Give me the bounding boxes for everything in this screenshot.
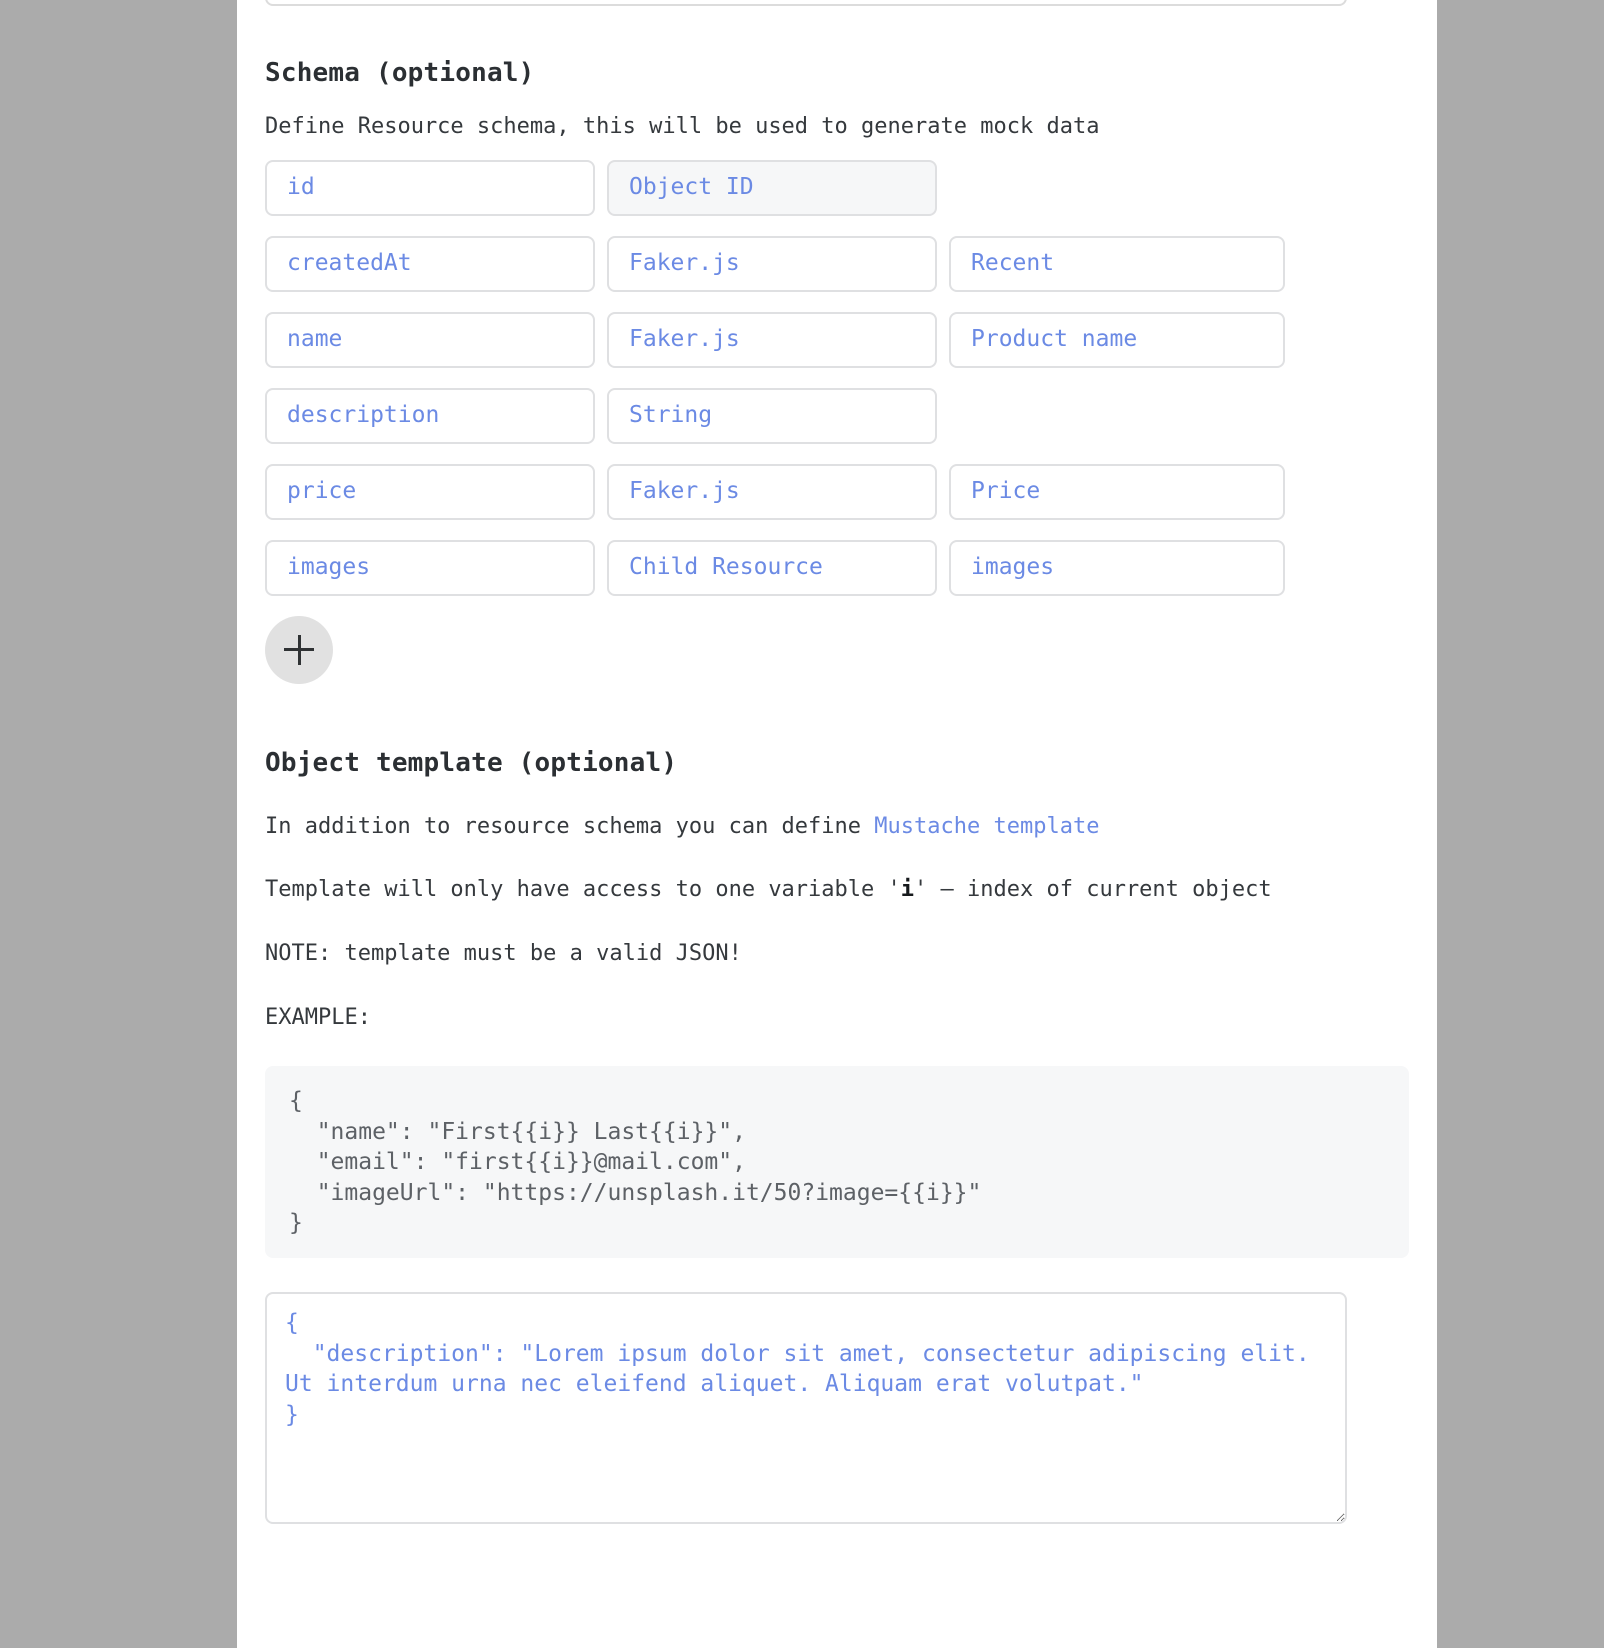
- object-template-section: Object template (optional) In addition t…: [265, 748, 1409, 1525]
- object-template-intro: In addition to resource schema you can d…: [265, 812, 1409, 842]
- schema-extra-input[interactable]: Product name: [949, 311, 1285, 368]
- schema-description: Define Resource schema, this will be use…: [265, 114, 1100, 139]
- variable-note-prefix: Template will only have access to one va…: [265, 877, 901, 903]
- plus-icon: [284, 634, 314, 665]
- object-template-json-note: NOTE: template must be a valid JSON!: [265, 941, 742, 967]
- schema-extra-placeholder: [949, 160, 1285, 216]
- schema-key-input[interactable]: price: [265, 463, 595, 520]
- schema-extra-input[interactable]: Price: [949, 463, 1285, 520]
- schema-type-input[interactable]: Child Resource: [607, 539, 937, 596]
- schema-heading: Schema (optional): [265, 58, 535, 88]
- schema-key-input[interactable]: description: [265, 387, 595, 444]
- schema-row: id Object ID: [265, 159, 1409, 216]
- variable-name: i: [900, 877, 915, 903]
- object-template-example-label: EXAMPLE:: [265, 1004, 371, 1030]
- page-background: Schema (optional) Define Resource schema…: [0, 0, 1604, 1648]
- schema-type-input[interactable]: Faker.js: [607, 311, 937, 368]
- schema-key-input[interactable]: images: [265, 539, 595, 596]
- content-sheet: Schema (optional) Define Resource schema…: [237, 0, 1437, 1648]
- schema-extra-input[interactable]: images: [949, 539, 1285, 596]
- schema-type-input[interactable]: String: [607, 387, 937, 444]
- schema-row: price Faker.js Price: [265, 463, 1409, 520]
- schema-row: description String: [265, 387, 1409, 444]
- schema-rows: id Object ID createdAt Faker.js Recent n…: [265, 159, 1409, 596]
- schema-type-input[interactable]: Faker.js: [607, 235, 937, 292]
- schema-row: name Faker.js Product name: [265, 311, 1409, 368]
- schema-type-input[interactable]: Object ID: [607, 159, 937, 216]
- schema-type-input[interactable]: Faker.js: [607, 463, 937, 520]
- schema-row: createdAt Faker.js Recent: [265, 235, 1409, 292]
- object-template-variable-note: Template will only have access to one va…: [265, 875, 1409, 905]
- form-container: Schema (optional) Define Resource schema…: [265, 58, 1409, 1525]
- schema-key-input[interactable]: id: [265, 159, 595, 216]
- object-template-example-code: { "name": "First{{i}} Last{{i}}", "email…: [265, 1066, 1409, 1259]
- object-template-heading: Object template (optional): [265, 747, 678, 778]
- schema-key-input[interactable]: name: [265, 311, 595, 368]
- add-schema-row-button[interactable]: [265, 615, 333, 684]
- schema-extra-placeholder: [949, 388, 1285, 444]
- previous-textarea-bottom-edge[interactable]: [265, 0, 1347, 6]
- mustache-template-link[interactable]: Mustache template: [874, 814, 1099, 839]
- schema-key-input[interactable]: createdAt: [265, 235, 595, 292]
- variable-note-suffix: ' – index of current object: [914, 877, 1272, 903]
- schema-row: images Child Resource images: [265, 539, 1409, 596]
- intro-text: In addition to resource schema you can d…: [265, 813, 875, 839]
- schema-extra-input[interactable]: Recent: [949, 235, 1285, 292]
- object-template-textarea[interactable]: [265, 1292, 1347, 1525]
